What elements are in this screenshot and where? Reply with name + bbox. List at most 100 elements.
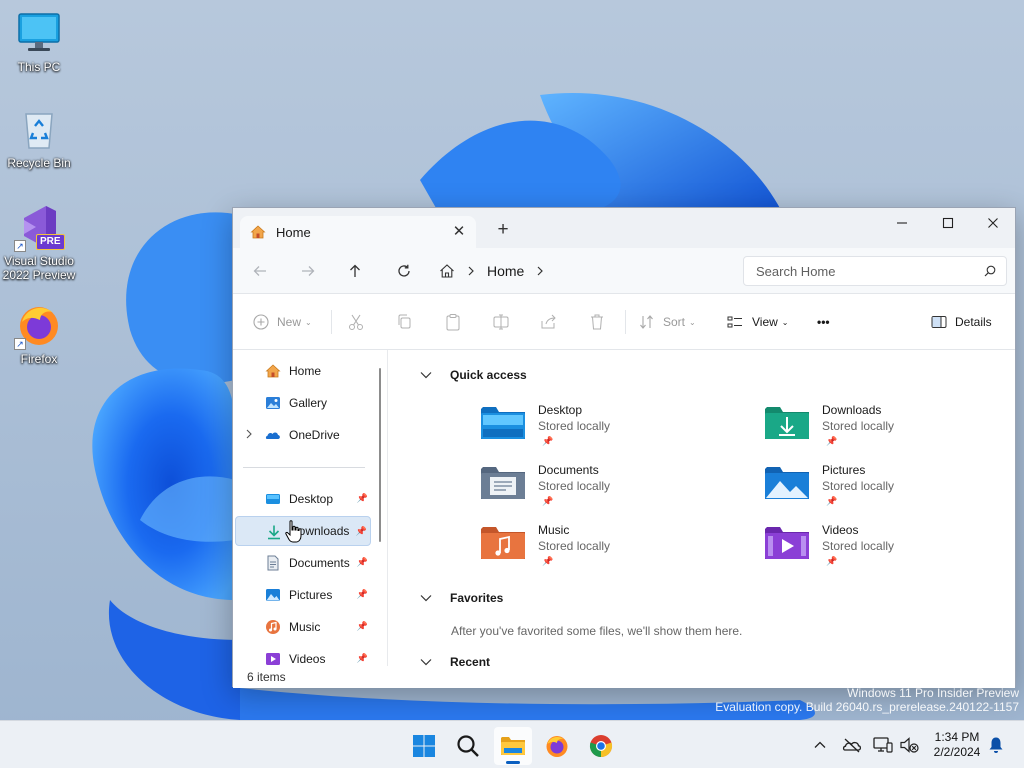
section-quick-access[interactable]: Quick access	[418, 368, 527, 382]
tab-title: Home	[276, 224, 311, 240]
cut-button[interactable]	[347, 312, 365, 332]
section-title: Recent	[450, 655, 491, 666]
breadcrumb-home[interactable]: Home	[487, 263, 524, 279]
sort-button[interactable]: Sort ⌄	[639, 312, 696, 332]
pin-icon: 📌	[826, 496, 838, 506]
sidebar-item-desktop[interactable]: Desktop 📌	[235, 484, 371, 514]
chevron-down-icon: ⌄	[689, 317, 696, 327]
desktop-icon-recycle-bin[interactable]: Recycle Bin	[0, 106, 78, 170]
new-tab-button[interactable]: +	[493, 220, 513, 240]
quick-access-item-videos[interactable]: Videos Stored locally 📌	[765, 523, 995, 579]
pin-icon[interactable]: 📌	[357, 493, 368, 504]
system-clock[interactable]: 1:34 PM 2/2/2024	[924, 730, 990, 760]
maximize-button[interactable]	[925, 208, 971, 238]
item-location: Stored locally	[822, 539, 895, 553]
copy-icon	[398, 314, 411, 329]
recycle-bin-icon	[16, 106, 62, 152]
forward-button[interactable]	[297, 261, 319, 281]
share-button[interactable]	[540, 312, 558, 332]
show-hidden-icons-button[interactable]	[810, 736, 830, 754]
onedrive-icon	[265, 427, 281, 443]
sidebar-item-pictures[interactable]: Pictures 📌	[235, 580, 371, 610]
quick-access-item-music[interactable]: Music Stored locally 📌	[481, 523, 711, 579]
desktop-icon-firefox[interactable]: ↗ Firefox	[0, 302, 78, 366]
chrome-taskbar-button[interactable]	[582, 727, 620, 765]
item-name: Desktop	[538, 403, 583, 417]
shortcut-arrow-icon: ↗	[14, 338, 26, 350]
sidebar-item-label: Pictures	[289, 588, 333, 602]
view-button[interactable]: View ⌄	[727, 312, 789, 332]
section-title: Quick access	[450, 368, 527, 382]
quick-access-item-documents[interactable]: Documents Stored locally 📌	[481, 463, 711, 519]
onedrive-tray-button[interactable]	[842, 736, 862, 754]
pin-icon[interactable]: 📌	[357, 653, 368, 664]
rename-button[interactable]	[492, 312, 510, 332]
volume-tray-button[interactable]	[899, 736, 919, 754]
title-bar[interactable]: Home ✕ +	[233, 208, 1015, 248]
back-button[interactable]	[249, 261, 271, 281]
trash-icon	[591, 314, 603, 330]
sidebar-item-gallery[interactable]: Gallery	[235, 388, 371, 418]
delete-button[interactable]	[588, 312, 606, 332]
section-recent[interactable]: Recent	[418, 655, 490, 666]
sidebar-scrollbar[interactable]	[379, 368, 381, 542]
desktop-icon-this-pc[interactable]: This PC	[0, 10, 78, 74]
details-button[interactable]: Details	[931, 312, 992, 332]
notifications-button[interactable]	[986, 736, 1006, 754]
close-window-button[interactable]	[970, 208, 1016, 238]
sidebar-item-videos[interactable]: Videos 📌	[235, 644, 371, 666]
expand-chevron-icon[interactable]	[245, 429, 253, 439]
sidebar-item-downloads[interactable]: Downloads 📌	[235, 516, 371, 546]
pin-icon[interactable]: 📌	[357, 589, 368, 600]
network-tray-button[interactable]	[873, 736, 893, 754]
new-label: New	[277, 315, 302, 329]
tab-home[interactable]: Home ✕	[240, 216, 476, 248]
search-box[interactable]	[743, 256, 1007, 286]
desktop-icon-visual-studio[interactable]: PRE ↗ Visual Studio 2022 Preview	[0, 204, 78, 282]
taskbar: 1:34 PM 2/2/2024	[0, 720, 1024, 768]
pin-icon[interactable]: 📌	[357, 621, 368, 632]
firefox-taskbar-button[interactable]	[538, 727, 576, 765]
minimize-button[interactable]	[879, 208, 925, 238]
sidebar-item-home[interactable]: Home	[235, 356, 371, 386]
start-icon	[413, 735, 435, 757]
more-options-button[interactable]: •••	[817, 312, 830, 332]
search-icon	[457, 735, 479, 757]
address-bar[interactable]: Home	[439, 256, 729, 286]
sidebar-item-label: Desktop	[289, 492, 334, 506]
refresh-button[interactable]	[393, 261, 415, 281]
navigation-pane: Home Gallery OneDrive Desktop 📌 Download…	[233, 350, 385, 666]
search-input[interactable]	[756, 263, 966, 279]
details-label: Details	[955, 315, 992, 329]
mouse-cursor-hand-icon	[285, 520, 302, 543]
pin-icon[interactable]: 📌	[357, 557, 368, 568]
quick-access-item-downloads[interactable]: Downloads Stored locally 📌	[765, 403, 995, 459]
documents-icon	[265, 555, 281, 571]
item-name: Music	[538, 523, 570, 537]
home-outline-icon	[439, 263, 455, 279]
copy-button[interactable]	[396, 312, 414, 332]
start-button[interactable]	[405, 727, 443, 765]
breadcrumb-chevron-icon[interactable]	[536, 266, 544, 276]
file-explorer-taskbar-button[interactable]	[494, 727, 532, 765]
paste-button[interactable]	[444, 312, 462, 332]
sidebar-item-documents[interactable]: Documents 📌	[235, 548, 371, 578]
close-icon	[988, 218, 998, 228]
quick-access-item-pictures[interactable]: Pictures Stored locally 📌	[765, 463, 995, 519]
search-taskbar-button[interactable]	[449, 727, 487, 765]
sidebar-item-label: Videos	[289, 652, 326, 666]
close-tab-button[interactable]: ✕	[450, 223, 468, 241]
quick-access-item-desktop[interactable]: Desktop Stored locally 📌	[481, 403, 711, 459]
refresh-icon	[398, 264, 410, 277]
pin-icon[interactable]: 📌	[356, 526, 367, 537]
chevron-down-icon: ⌄	[781, 317, 789, 327]
sidebar-item-onedrive[interactable]: OneDrive	[235, 420, 371, 450]
section-favorites[interactable]: Favorites	[418, 591, 503, 605]
sidebar-item-music[interactable]: Music 📌	[235, 612, 371, 642]
minimize-icon	[897, 222, 907, 224]
chevron-down-icon	[418, 371, 434, 379]
up-button[interactable]	[344, 261, 366, 281]
new-button[interactable]: New ⌄	[253, 312, 312, 332]
pre-badge: PRE	[36, 234, 65, 250]
view-label: View	[752, 315, 778, 329]
